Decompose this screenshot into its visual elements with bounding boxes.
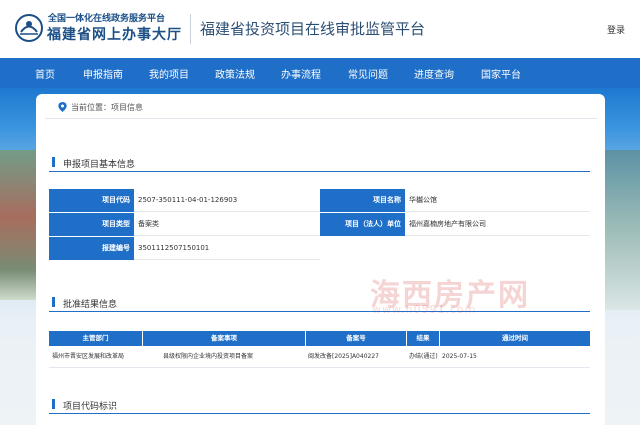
label-report-number: 报建编号 <box>49 237 134 260</box>
table-header-record-no: 备案号 <box>306 331 406 346</box>
table-cell-item: 县级权限内企业境内投资项目备案 <box>143 346 306 368</box>
header-divider <box>190 14 191 44</box>
table-cell-result: 办结(通过) <box>407 346 440 368</box>
section-marker <box>52 157 55 167</box>
main-nav: 首页 申报指南 我的项目 政策法规 办事流程 常见问题 进度查询 国家平台 <box>0 58 640 88</box>
breadcrumb: 当前位置：项目信息 <box>71 103 143 112</box>
section-title-code-mark: 项目代码标识 <box>63 402 118 412</box>
table-cell-pass-time: 2025-07-15 <box>440 346 590 368</box>
nav-item-home[interactable]: 首页 <box>35 66 55 81</box>
section-title-approval: 批准结果信息 <box>63 300 118 310</box>
label-project-unit: 项目（法人）单位 <box>320 213 405 236</box>
logo-emblem-icon <box>15 14 43 42</box>
table-header-item: 备案事项 <box>143 331 305 346</box>
label-project-name: 项目名称 <box>320 189 405 212</box>
site-title: 福建省投资项目在线审批监管平台 <box>200 20 426 38</box>
header: 全国一体化在线政务服务平台 福建省网上办事大厅 福建省投资项目在线审批监管平台 … <box>0 0 640 58</box>
section-underline <box>49 171 590 172</box>
table-header-result: 结果 <box>407 331 439 346</box>
value-project-unit: 福州嘉楠房地产有限公司 <box>405 213 590 236</box>
section-marker <box>52 399 55 409</box>
watermark-url: www.h0591.com <box>372 303 477 316</box>
nav-item-national[interactable]: 国家平台 <box>481 66 521 81</box>
value-project-code: 2507-350111-04-01-126903 <box>134 189 320 212</box>
nav-item-guide[interactable]: 申报指南 <box>83 66 123 81</box>
value-report-number: 3501112507150101 <box>134 237 320 260</box>
nav-item-policy[interactable]: 政策法规 <box>215 66 255 81</box>
nav-item-faq[interactable]: 常见问题 <box>348 66 388 81</box>
nav-item-process[interactable]: 办事流程 <box>281 66 321 81</box>
nav-item-progress[interactable]: 进度查询 <box>414 66 454 81</box>
value-project-name: 华樾公馆 <box>405 189 590 212</box>
table-header-pass-time: 通过时间 <box>440 331 590 346</box>
table-cell-department: 福州市晋安区发展和改革局 <box>49 346 143 368</box>
breadcrumb-divider <box>45 118 597 119</box>
location-pin-icon <box>58 102 67 112</box>
nav-item-my-projects[interactable]: 我的项目 <box>149 66 189 81</box>
section-title-basic-info: 申报项目基本信息 <box>63 160 136 170</box>
table-cell-record-no: 闽发改备[2025]A040227 <box>306 346 407 368</box>
table-header-department: 主管部门 <box>49 331 142 346</box>
value-project-type: 备案类 <box>134 213 320 236</box>
background-scenery-right <box>605 150 640 310</box>
section-underline <box>49 413 590 414</box>
label-project-type: 项目类型 <box>49 213 134 236</box>
logo-title: 福建省网上办事大厅 <box>47 27 182 43</box>
login-link[interactable]: 登录 <box>607 23 625 36</box>
section-marker <box>52 297 55 307</box>
logo-subtitle: 全国一体化在线政务服务平台 <box>48 14 166 24</box>
label-project-code: 项目代码 <box>49 189 134 212</box>
background-scenery-left <box>0 150 36 300</box>
